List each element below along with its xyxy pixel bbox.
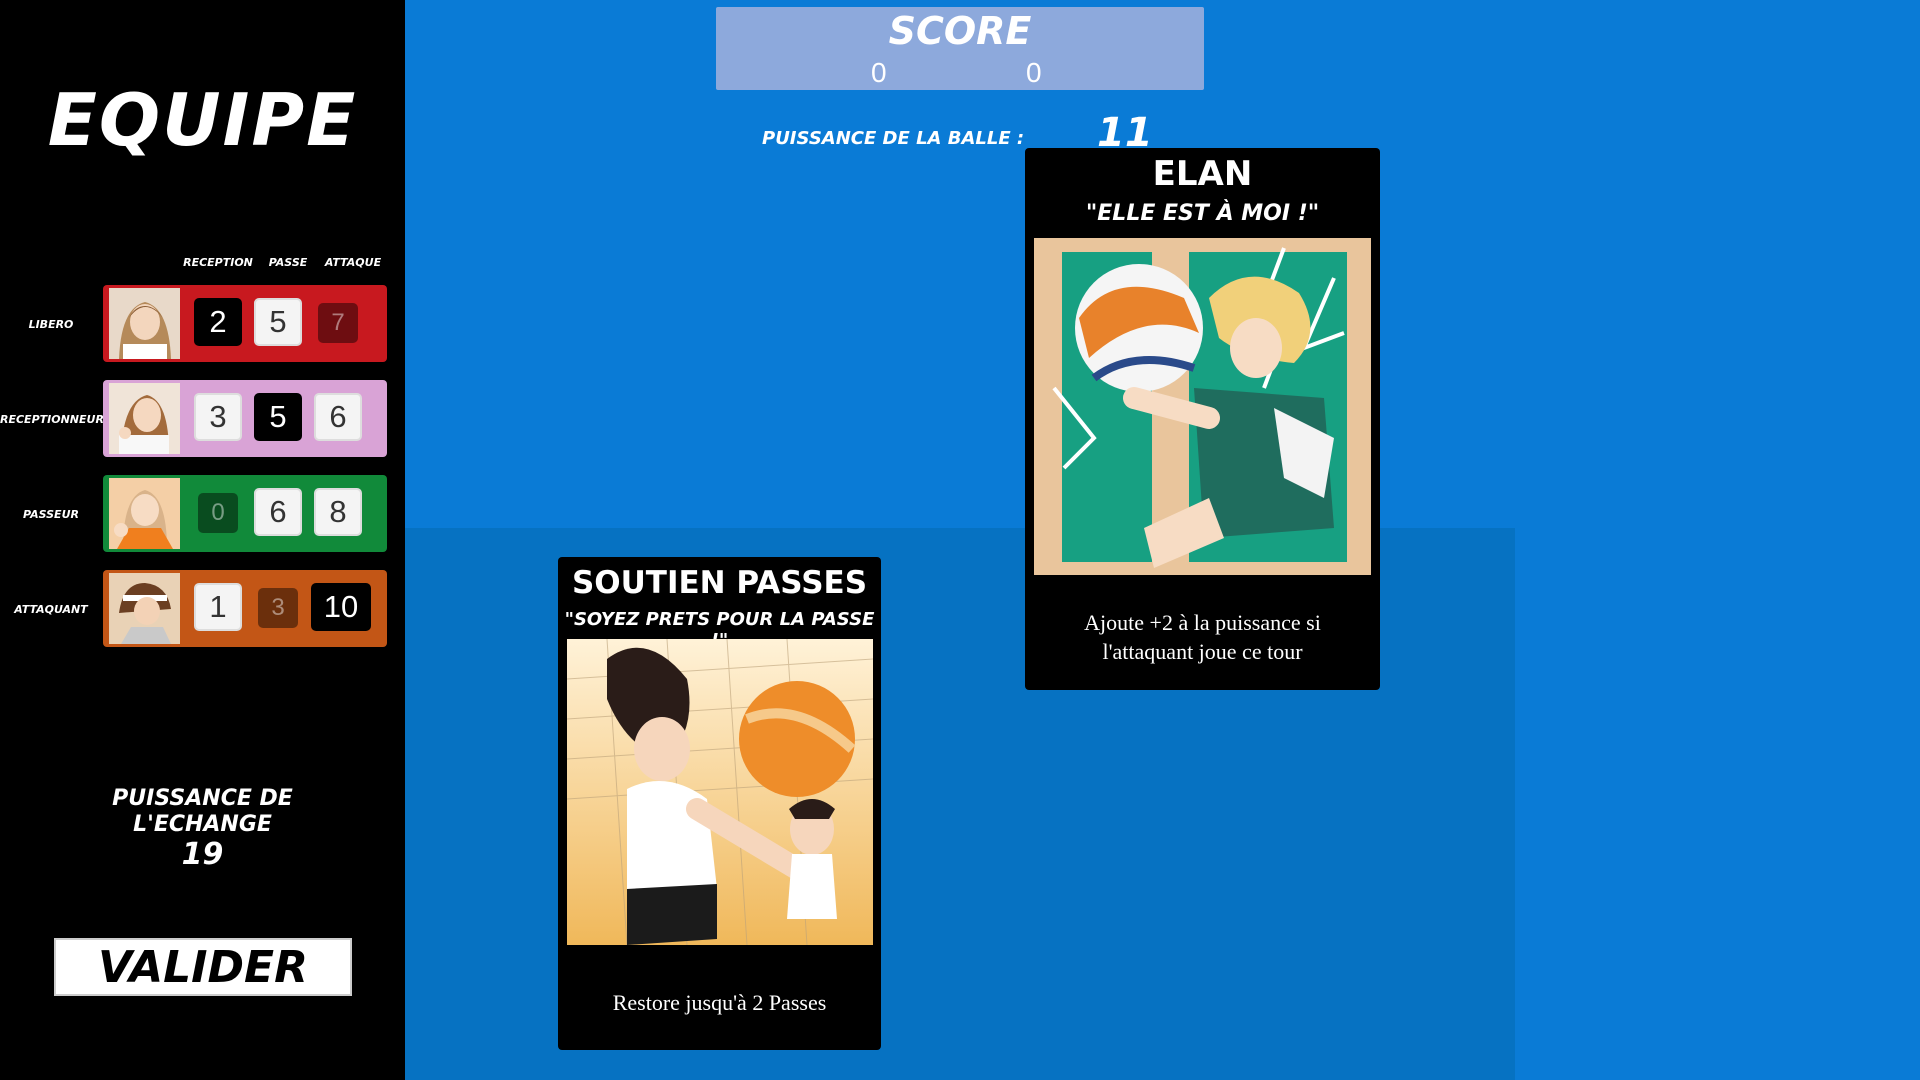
card-elan[interactable]: ELAN "ELLE EST à MOI !" Ajoute +2 à la p… [1025, 148, 1380, 690]
role-label-attaquant: ATTAQUANT [14, 603, 88, 616]
player-row-receptionneur[interactable]: 3 5 6 [103, 380, 387, 457]
column-header-attaque: ATTAQUE [324, 256, 382, 269]
score-team-a: 0 [871, 57, 887, 88]
card-quote: "ELLE EST à MOI !" [1085, 201, 1320, 226]
score-team-b: 0 [1026, 57, 1042, 88]
card-description-line1: Ajoute +2 à la puissance si [1084, 610, 1321, 635]
score-title: SCORE [888, 9, 1032, 53]
receptionneur-attaque-stat: 6 [314, 393, 362, 441]
card-description-line2: l'attaquant joue ce tour [1102, 639, 1303, 664]
card-soutien-passes[interactable]: SOUTIEN PASSES "SOYEZ PRETS POUR LA PASS… [558, 557, 881, 1050]
scoreboard: SCORE 0 0 [716, 7, 1204, 90]
card-description: Restore jusqu'à 2 Passes [612, 990, 827, 1015]
ball-power-label: PUISSANCE DE LA BALLE : [762, 128, 1025, 149]
libero-passe-stat: 5 [254, 298, 302, 346]
role-label-libero: LIBERO [28, 318, 74, 331]
card-description: Ajoute +2 à la puissance si l'attaquant … [1025, 608, 1380, 666]
passeur-reception-stat: 0 [198, 493, 238, 533]
card-title: ELAN [1152, 154, 1253, 194]
team-panel: EQUIPE RECEPTION PASSE ATTAQUE LIBERO 2 … [0, 0, 405, 1080]
volleyball-setters-illustration [567, 639, 873, 945]
attaquant-reception-stat: 1 [194, 583, 242, 631]
player-row-libero[interactable]: 2 5 7 [103, 285, 387, 362]
role-label-receptionneur: RECEPTIONNEUR [0, 413, 104, 426]
player-row-attaquant[interactable]: 1 3 10 [103, 570, 387, 647]
libero-attaque-stat: 7 [318, 303, 358, 343]
exchange-power-value: 19 [181, 837, 224, 872]
libero-reception-stat: 2 [194, 298, 242, 346]
passeur-attaque-stat: 8 [314, 488, 362, 536]
role-label-passeur: PASSEUR [23, 508, 79, 521]
receptionneur-passe-stat: 5 [254, 393, 302, 441]
receptionneur-reception-stat: 3 [194, 393, 242, 441]
attaquant-avatar [109, 573, 180, 644]
exchange-power-label-line1: PUISSANCE DE [112, 786, 293, 811]
libero-avatar [109, 288, 180, 359]
receptionneur-avatar [109, 383, 180, 454]
volleyball-spike-illustration [1034, 238, 1371, 575]
attaquant-passe-stat: 3 [258, 588, 298, 628]
exchange-power: PUISSANCE DE L'ECHANGE 19 [0, 786, 405, 872]
validate-button[interactable]: VALIDER [54, 938, 352, 996]
column-header-reception: RECEPTION [183, 256, 253, 269]
team-title: EQUIPE [47, 78, 358, 162]
attaquant-attaque-stat: 10 [311, 583, 371, 631]
passeur-passe-stat: 6 [254, 488, 302, 536]
passeur-avatar [109, 478, 180, 549]
exchange-power-label-line2: L'ECHANGE [133, 812, 272, 837]
player-row-passeur[interactable]: 0 6 8 [103, 475, 387, 552]
card-title: SOUTIEN PASSES [571, 565, 868, 601]
